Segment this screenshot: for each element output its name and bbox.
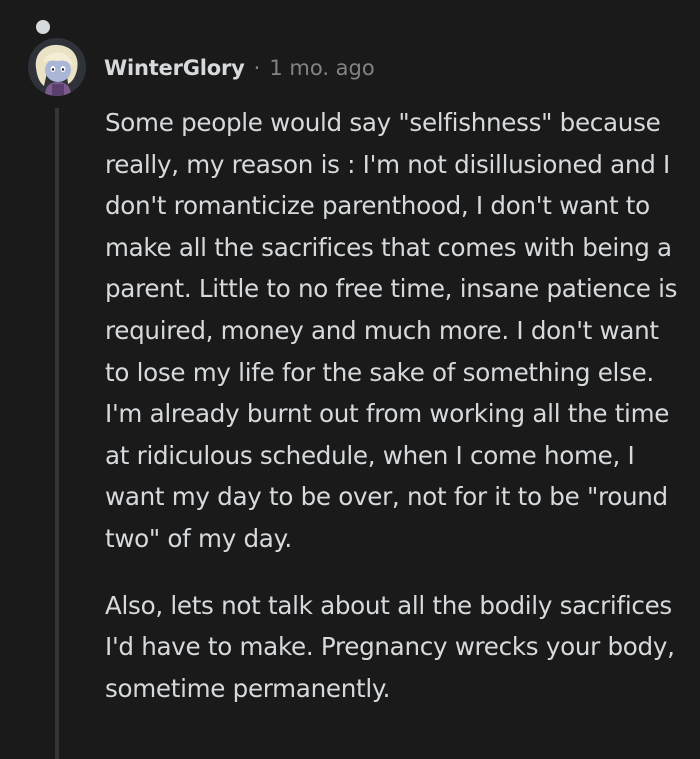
comment: WinterGlory · 1 mo. ago Some people woul…	[0, 0, 700, 759]
thread-collapse-line[interactable]	[55, 108, 59, 759]
user-avatar-icon[interactable]	[28, 38, 86, 96]
comment-paragraph: Some people would say "selfishness" beca…	[105, 108, 678, 553]
avatar-antenna-icon	[34, 18, 52, 36]
username-link[interactable]: WinterGlory	[104, 56, 245, 80]
comment-body: Some people would say "selfishness" beca…	[105, 102, 685, 709]
meta-separator: ·	[253, 56, 261, 80]
comment-meta: WinterGlory · 1 mo. ago	[104, 54, 375, 82]
comment-paragraph: Also, lets not talk about all the bodily…	[105, 590, 675, 703]
timestamp-link[interactable]: 1 mo. ago	[269, 56, 374, 80]
